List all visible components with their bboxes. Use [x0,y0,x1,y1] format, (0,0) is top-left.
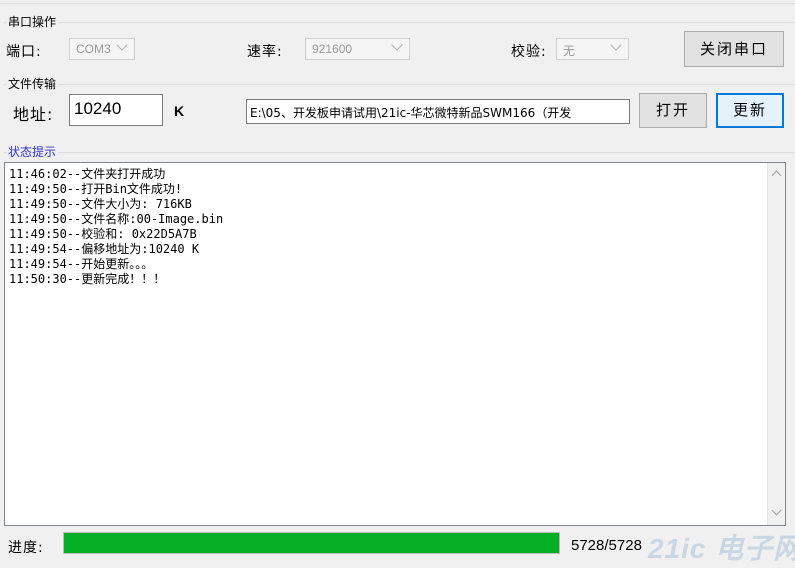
port-value: COM3 [76,42,111,56]
port-label: 端口: [6,44,42,60]
watermark-logo: 21ic 电子网 [648,533,795,564]
log-scrollbar[interactable] [767,163,785,525]
log-line: 11:49:50--文件大小为: 716KB [9,197,192,211]
progress-fill [64,533,559,553]
log-line: 11:49:50--文件名称:00-Image.bin [9,212,224,226]
status-log[interactable]: 11:46:02--文件夹打开成功 11:49:50--打开Bin文件成功! 1… [4,162,786,526]
baud-select[interactable]: 921600 [305,38,410,60]
address-unit: K [174,103,186,119]
log-line: 11:50:30--更新完成！！！ [9,272,166,286]
log-line: 11:49:54--开始更新。。。 [9,257,154,271]
close-serial-button[interactable]: 关闭串口 [684,31,784,67]
file-path-field[interactable]: E:\05、开发板申请试用\21ic-华芯微特新品SWM166（开发 [246,99,630,124]
chevron-down-icon [116,39,128,51]
address-value: 10240 [74,99,122,118]
progress-text: 5728/5728 [571,537,642,554]
update-button[interactable]: 更新 [716,93,784,128]
top-divider [0,3,795,4]
transfer-group-line [4,84,794,85]
chevron-down-icon [391,39,403,51]
baud-label: 速率: [247,44,283,60]
baud-value: 921600 [312,42,353,56]
parity-value: 无 [563,44,576,58]
log-line: 11:49:50--打开Bin文件成功! [9,182,183,196]
address-input[interactable]: 10240 [69,94,163,126]
serial-group-line [4,22,794,23]
serial-group-title: 串口操作 [6,13,59,30]
chevron-down-icon [610,39,622,51]
log-line: 11:49:54--偏移地址为:10240 K [9,242,200,256]
progress-bar [63,532,560,554]
port-select[interactable]: COM3 [69,38,135,60]
open-file-button[interactable]: 打开 [639,93,707,128]
log-line: 11:46:02--文件夹打开成功 [9,167,166,181]
status-log-lines: 11:46:02--文件夹打开成功 11:49:50--打开Bin文件成功! 1… [9,167,223,287]
address-label: 地址: [13,105,54,124]
progress-label: 进度: [8,540,44,556]
status-group-line [4,152,794,153]
scroll-down-icon[interactable] [771,505,782,516]
scroll-up-icon[interactable] [771,170,782,181]
parity-select[interactable]: 无 [556,38,629,60]
status-group-title: 状态提示 [6,143,59,160]
file-path-value: E:\05、开发板申请试用\21ic-华芯微特新品SWM166（开发 [250,106,572,120]
parity-label: 校验: [511,44,547,60]
log-line: 11:49:50--校验和: 0x22D5A7B [9,227,197,241]
transfer-group-title: 文件传输 [6,75,59,92]
